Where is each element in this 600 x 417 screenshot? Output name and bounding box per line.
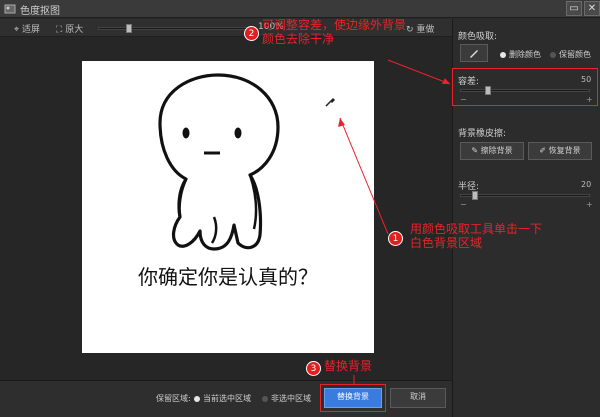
step2-line2: 颜色去除干净 bbox=[262, 32, 335, 46]
step3-badge: 3 bbox=[306, 361, 321, 376]
step2-text: 可调整容差，使边缘外背景 颜色去除干净 bbox=[262, 18, 406, 46]
annotation-arrows bbox=[338, 59, 451, 384]
arrow-to-tolerance bbox=[387, 59, 451, 85]
step2-line1: 可调整容差，使边缘外背景 bbox=[262, 18, 407, 32]
step1-line1: 用颜色吸取工具单击一下 bbox=[410, 222, 543, 236]
step1-text: 用颜色吸取工具单击一下 白色背景区域 bbox=[410, 222, 542, 250]
arrow-head-eyedropper bbox=[338, 118, 345, 127]
step2-badge: 2 bbox=[244, 26, 259, 41]
step1-badge: 1 bbox=[388, 231, 403, 246]
step3-text: 替换背景 bbox=[324, 359, 373, 373]
step1-line2: 白色背景区域 bbox=[410, 236, 483, 250]
arrow-to-eyedropper bbox=[339, 117, 389, 235]
